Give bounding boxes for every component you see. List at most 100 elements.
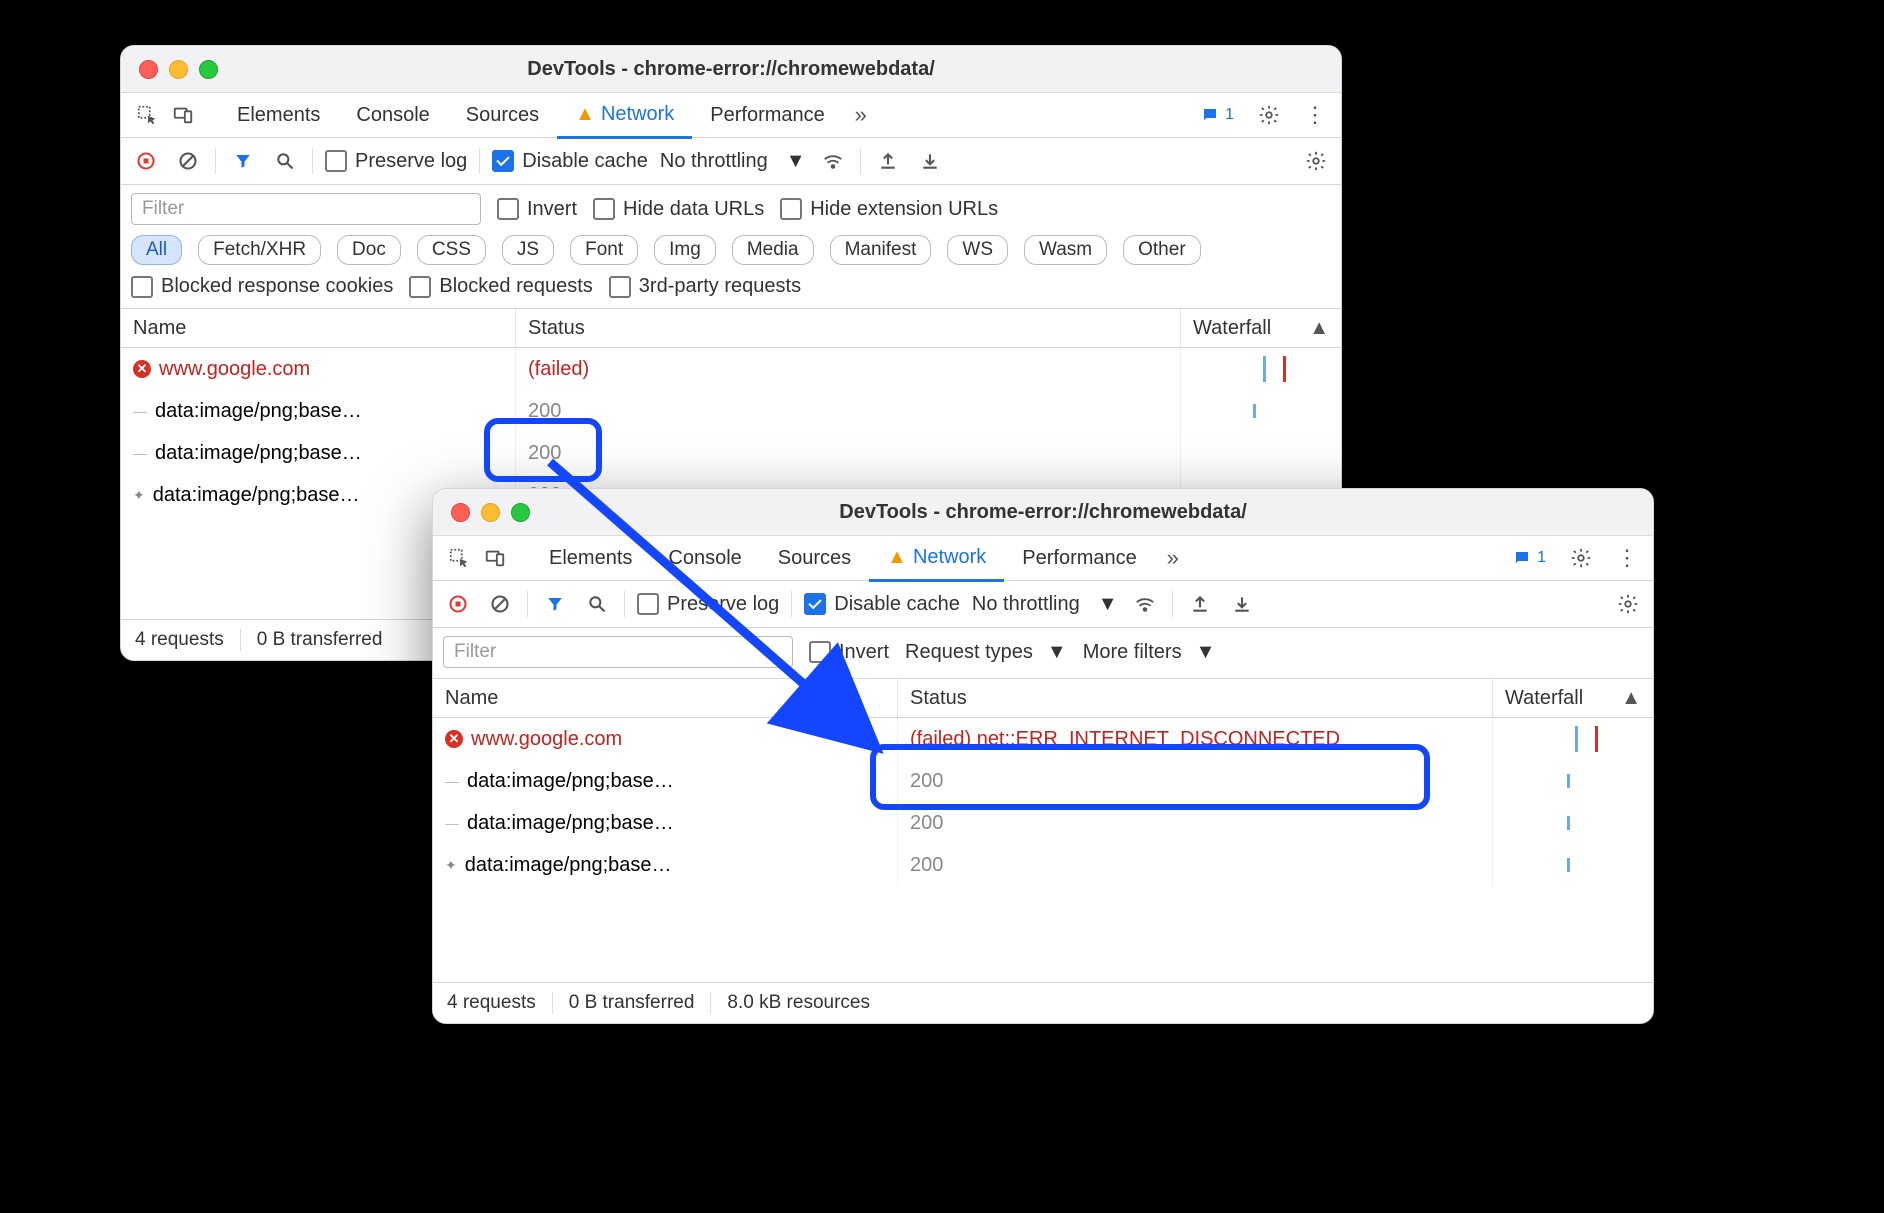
type-pill-js[interactable]: JS xyxy=(502,235,554,265)
disable-cache-checkbox[interactable]: Disable cache xyxy=(804,593,960,616)
preserve-log-checkbox[interactable]: Preserve log xyxy=(325,150,467,173)
titlebar[interactable]: DevTools - chrome-error://chromewebdata/ xyxy=(121,46,1341,93)
table-row[interactable]: ✦data:image/png;base… 200 xyxy=(433,844,1653,886)
col-name[interactable]: Name xyxy=(121,309,516,347)
waterfall-cell xyxy=(1193,348,1329,390)
table-row[interactable]: —data:image/png;base… 200 xyxy=(433,760,1653,802)
filter-input[interactable]: Filter xyxy=(443,636,793,668)
tab-elements[interactable]: Elements xyxy=(531,536,650,580)
panel-settings-gear-icon[interactable] xyxy=(1613,589,1643,619)
device-toggle-icon[interactable] xyxy=(477,540,513,576)
col-waterfall[interactable]: Waterfall▲ xyxy=(1181,309,1341,347)
download-icon[interactable] xyxy=(915,146,945,176)
hide-data-urls-checkbox[interactable]: Hide data URLs xyxy=(593,198,764,221)
throttling-select[interactable]: No throttling▼ xyxy=(972,593,1118,616)
col-name[interactable]: Name xyxy=(433,679,898,717)
type-pill-font[interactable]: Font xyxy=(570,235,638,265)
tab-network[interactable]: ▲Network xyxy=(869,535,1004,582)
type-pill-all[interactable]: All xyxy=(131,235,182,265)
main-tabbar: Elements Console Sources ▲ Network Perfo… xyxy=(121,93,1341,138)
waterfall-cell xyxy=(1505,760,1641,802)
search-icon[interactable] xyxy=(582,589,612,619)
blocked-response-cookies-checkbox[interactable]: Blocked response cookies xyxy=(131,275,393,298)
issues-button[interactable]: 1 xyxy=(1194,103,1241,127)
tab-elements[interactable]: Elements xyxy=(219,93,338,137)
type-pill-wasm[interactable]: Wasm xyxy=(1024,235,1107,265)
table-row[interactable]: —data:image/png;base… 200 xyxy=(433,802,1653,844)
panel-settings-gear-icon[interactable] xyxy=(1301,146,1331,176)
tab-console[interactable]: Console xyxy=(650,536,759,580)
invert-checkbox[interactable]: Invert xyxy=(497,198,577,221)
settings-gear-icon[interactable] xyxy=(1251,97,1287,133)
upload-icon[interactable] xyxy=(873,146,903,176)
tab-sources[interactable]: Sources xyxy=(448,93,557,137)
window-controls xyxy=(121,60,218,79)
request-types-select[interactable]: Request types▼ xyxy=(905,641,1067,664)
issues-button[interactable]: 1 xyxy=(1506,546,1553,570)
record-icon[interactable] xyxy=(131,146,161,176)
close-window-icon[interactable] xyxy=(139,60,158,79)
col-status[interactable]: Status xyxy=(898,679,1493,717)
filter-icon[interactable] xyxy=(540,589,570,619)
col-status[interactable]: Status xyxy=(516,309,1181,347)
col-waterfall[interactable]: Waterfall▲ xyxy=(1493,679,1653,717)
network-conditions-icon[interactable] xyxy=(1130,589,1160,619)
titlebar[interactable]: DevTools - chrome-error://chromewebdata/ xyxy=(433,489,1653,536)
throttling-select[interactable]: No throttling▼ xyxy=(660,150,806,173)
upload-icon[interactable] xyxy=(1185,589,1215,619)
maximize-window-icon[interactable] xyxy=(199,60,218,79)
download-icon[interactable] xyxy=(1227,589,1257,619)
status-bar: 4 requests 0 B transferred 8.0 kB resour… xyxy=(433,982,1653,1023)
close-window-icon[interactable] xyxy=(451,503,470,522)
type-pill-other[interactable]: Other xyxy=(1123,235,1201,265)
clear-icon[interactable] xyxy=(173,146,203,176)
type-pill-manifest[interactable]: Manifest xyxy=(830,235,932,265)
dash-icon: — xyxy=(133,445,147,461)
more-filters-select[interactable]: More filters▼ xyxy=(1083,641,1216,664)
device-toggle-icon[interactable] xyxy=(165,97,201,133)
invert-checkbox[interactable]: Invert xyxy=(809,641,889,664)
table-body: www.google.com (failed) net::ERR_INTERNE… xyxy=(433,718,1653,886)
type-pill-doc[interactable]: Doc xyxy=(337,235,401,265)
third-party-requests-checkbox[interactable]: 3rd-party requests xyxy=(609,275,801,298)
disable-cache-checkbox[interactable]: Disable cache xyxy=(492,150,648,173)
table-row[interactable]: www.google.com (failed) net::ERR_INTERNE… xyxy=(433,718,1653,760)
minimize-window-icon[interactable] xyxy=(481,503,500,522)
inspect-element-icon[interactable] xyxy=(441,540,477,576)
table-row[interactable]: —data:image/png;base… 200 xyxy=(121,390,1341,432)
type-pill-css[interactable]: CSS xyxy=(417,235,486,265)
more-menu-icon[interactable]: ⋮ xyxy=(1609,540,1645,576)
filter-input[interactable]: Filter xyxy=(131,193,481,225)
hide-extension-urls-checkbox[interactable]: Hide extension URLs xyxy=(780,198,998,221)
more-tabs-icon[interactable]: » xyxy=(843,97,879,133)
type-pill-fetch-xhr[interactable]: Fetch/XHR xyxy=(198,235,321,265)
maximize-window-icon[interactable] xyxy=(511,503,530,522)
blocked-requests-checkbox[interactable]: Blocked requests xyxy=(409,275,592,298)
more-menu-icon[interactable]: ⋮ xyxy=(1297,97,1333,133)
filter-icon[interactable] xyxy=(228,146,258,176)
type-pill-img[interactable]: Img xyxy=(654,235,716,265)
tab-sources[interactable]: Sources xyxy=(760,536,869,580)
network-conditions-icon[interactable] xyxy=(818,146,848,176)
filter-bar: Filter Invert Hide data URLs Hide extens… xyxy=(121,185,1341,309)
window-title: DevTools - chrome-error://chromewebdata/ xyxy=(121,58,1341,81)
more-tabs-icon[interactable]: » xyxy=(1155,540,1191,576)
tab-performance[interactable]: Performance xyxy=(1004,536,1155,580)
tab-network[interactable]: ▲ Network xyxy=(557,92,692,139)
table-row[interactable]: —data:image/png;base… 200 xyxy=(121,432,1341,474)
main-tabbar: Elements Console Sources ▲Network Perfor… xyxy=(433,536,1653,581)
table-header: Name Status Waterfall▲ xyxy=(121,309,1341,348)
table-row[interactable]: www.google.com (failed) xyxy=(121,348,1341,390)
search-icon[interactable] xyxy=(270,146,300,176)
image-file-icon: ✦ xyxy=(445,857,457,874)
settings-gear-icon[interactable] xyxy=(1563,540,1599,576)
preserve-log-checkbox[interactable]: Preserve log xyxy=(637,593,779,616)
type-pill-media[interactable]: Media xyxy=(732,235,814,265)
tab-console[interactable]: Console xyxy=(338,93,447,137)
record-icon[interactable] xyxy=(443,589,473,619)
clear-icon[interactable] xyxy=(485,589,515,619)
minimize-window-icon[interactable] xyxy=(169,60,188,79)
type-pill-ws[interactable]: WS xyxy=(947,235,1008,265)
inspect-element-icon[interactable] xyxy=(129,97,165,133)
tab-performance[interactable]: Performance xyxy=(692,93,843,137)
